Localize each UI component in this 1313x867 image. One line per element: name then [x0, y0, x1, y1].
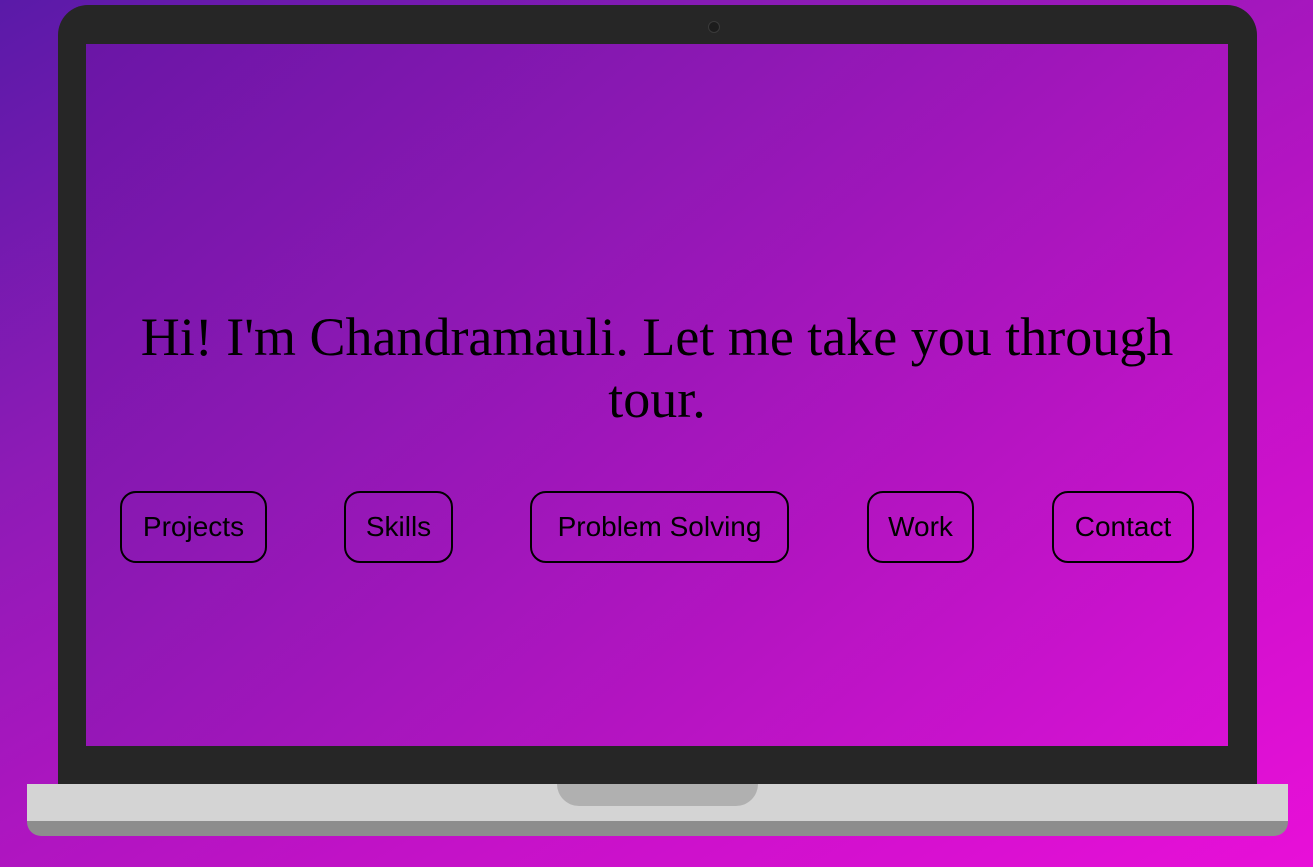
laptop-hinge-notch — [557, 784, 758, 806]
projects-button[interactable]: Projects — [120, 491, 267, 563]
laptop-base-edge — [27, 821, 1288, 836]
hero-headline: Hi! I'm Chandramauli. Let me take you th… — [140, 307, 1174, 429]
camera-icon — [708, 21, 720, 33]
contact-button[interactable]: Contact — [1052, 491, 1194, 563]
problem-solving-button[interactable]: Problem Solving — [530, 491, 789, 563]
laptop-screen: Hi! I'm Chandramauli. Let me take you th… — [86, 44, 1228, 746]
work-button[interactable]: Work — [867, 491, 974, 563]
skills-button[interactable]: Skills — [344, 491, 453, 563]
